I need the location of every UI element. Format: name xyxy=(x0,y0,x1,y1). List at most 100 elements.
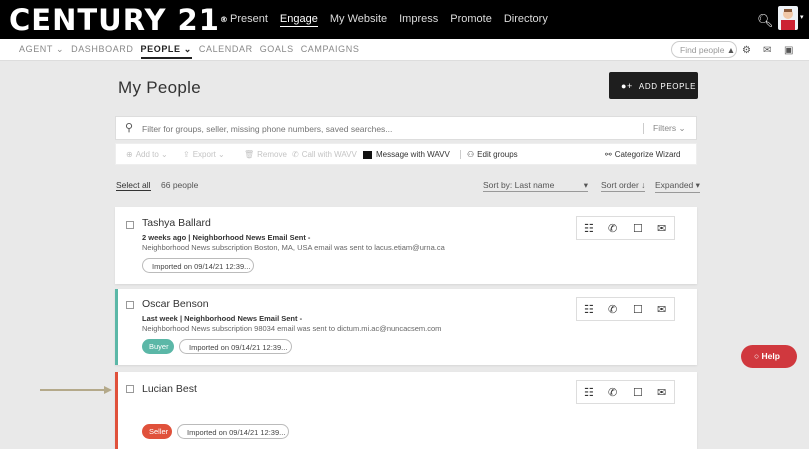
person-name[interactable]: Tashya Ballard xyxy=(142,217,211,229)
add-note-icon[interactable]: ☷ xyxy=(584,386,594,399)
logo-text: CENTURY 21 xyxy=(9,3,220,37)
text-message-icon[interactable]: ☐ xyxy=(633,386,643,399)
help-button[interactable]: ○ Help xyxy=(741,345,797,368)
avatar[interactable] xyxy=(778,6,798,30)
phone-icon[interactable]: ✆ xyxy=(608,222,617,235)
top-bar: CENTURY 21® Present Engage My Website Im… xyxy=(0,0,809,39)
subnav-people[interactable]: PEOPLE ⌄ xyxy=(140,44,192,59)
topnav-impress[interactable]: Impress xyxy=(399,13,438,27)
phone-icon: ✆ xyxy=(292,150,299,159)
quick-actions: ☷ ✆ ☐ ✉ xyxy=(576,297,675,321)
group-icon: ⚇ xyxy=(467,150,475,159)
subnav-campaigns[interactable]: CAMPAIGNS xyxy=(301,44,360,59)
logo-registered-mark: ® xyxy=(219,15,229,24)
remove-button[interactable]: 🗑︎ Remove xyxy=(244,150,287,159)
subnav-calendar[interactable]: CALENDAR xyxy=(199,44,253,59)
wizard-icon: ⚯ xyxy=(605,150,612,159)
search-icon[interactable]: 🔍︎ xyxy=(757,13,774,29)
top-nav: Present Engage My Website Impress Promot… xyxy=(230,13,560,27)
remove-label: Remove xyxy=(257,150,287,159)
seller-accent-bar xyxy=(115,372,118,449)
email-icon[interactable]: ✉ xyxy=(657,303,666,316)
add-to-label: Add to ⌄ xyxy=(135,150,168,159)
add-to-button[interactable]: ⊕ Add to ⌄ xyxy=(126,150,168,159)
add-people-button[interactable]: ●+ ADD PEOPLE xyxy=(609,72,698,99)
gear-icon[interactable]: ⚙ xyxy=(742,45,751,56)
export-icon: ⇪ xyxy=(183,150,190,159)
person-activity-detail: Neighborhood News subscription 98034 ema… xyxy=(142,324,442,333)
century21-logo[interactable]: CENTURY 21® xyxy=(9,4,229,36)
add-people-label: ADD PEOPLE xyxy=(638,82,697,91)
person-card[interactable]: Lucian Best Seller Imported on 09/14/21 … xyxy=(115,372,697,449)
view-mode-dropdown[interactable]: Expanded ▾ xyxy=(655,180,700,193)
add-person-icon: ●+ xyxy=(621,81,633,91)
person-name[interactable]: Oscar Benson xyxy=(142,298,209,310)
pointer-arrow-icon xyxy=(40,386,112,394)
person-activity: 2 weeks ago | Neighborhood News Email Se… xyxy=(142,233,311,242)
call-wavv-button[interactable]: ✆ Call with WAVV xyxy=(292,150,357,159)
message-wavv-button[interactable]: Message with WAVV xyxy=(363,150,450,159)
person-icon: ▲ xyxy=(726,45,736,55)
imported-badge: Imported on 09/14/21 12:39... xyxy=(177,424,289,439)
sort-order-dropdown[interactable]: Sort order ↓ xyxy=(601,180,646,192)
subnav-agent[interactable]: AGENT ⌄ xyxy=(19,44,64,59)
subnav-goals[interactable]: GOALS xyxy=(260,44,294,59)
quick-actions: ☷ ✆ ☐ ✉ xyxy=(576,216,675,240)
people-count: 66 people xyxy=(161,180,199,190)
topnav-present[interactable]: Present xyxy=(230,13,268,27)
activity-event: Neighborhood News Email Sent - xyxy=(192,233,311,242)
phone-icon[interactable]: ✆ xyxy=(608,303,617,316)
topnav-directory[interactable]: Directory xyxy=(504,13,548,27)
edit-groups-button[interactable]: ⚇ Edit groups xyxy=(460,150,518,159)
person-checkbox[interactable] xyxy=(126,301,134,309)
people-filter-input[interactable] xyxy=(142,121,632,136)
filters-dropdown[interactable]: Filters ⌄ xyxy=(643,123,686,134)
find-people-input[interactable]: Find people ▲ xyxy=(671,41,737,58)
activity-when: Last week xyxy=(142,314,178,323)
topnav-promote[interactable]: Promote xyxy=(450,13,492,27)
export-button[interactable]: ⇪ Export ⌄ xyxy=(183,150,225,159)
quick-actions: ☷ ✆ ☐ ✉ xyxy=(576,380,675,404)
phone-icon[interactable]: ✆ xyxy=(608,386,617,399)
call-wavv-label: Call with WAVV xyxy=(301,150,357,159)
imported-badge: Imported on 09/14/21 12:39... xyxy=(179,339,292,354)
person-checkbox[interactable] xyxy=(126,385,134,393)
add-note-icon[interactable]: ☷ xyxy=(584,303,594,316)
person-card[interactable]: Oscar Benson Last week | Neighborhood Ne… xyxy=(115,289,697,365)
topnav-engage[interactable]: Engage xyxy=(279,13,318,27)
subnav-dashboard[interactable]: DASHBOARD xyxy=(71,44,133,59)
activity-event: Neighborhood News Email Sent - xyxy=(184,314,303,323)
buyer-tag[interactable]: Buyer xyxy=(142,339,174,354)
email-icon[interactable]: ✉ xyxy=(657,386,666,399)
text-message-icon[interactable]: ☐ xyxy=(633,303,643,316)
topnav-my-website[interactable]: My Website xyxy=(330,13,387,27)
person-activity-detail: Neighborhood News subscription Boston, M… xyxy=(142,243,445,252)
text-message-icon[interactable]: ☐ xyxy=(633,222,643,235)
plus-circle-icon: ⊕ xyxy=(126,150,133,159)
select-all-link[interactable]: Select all xyxy=(116,180,151,191)
help-label: Help xyxy=(761,351,780,361)
find-people-placeholder: Find people xyxy=(680,45,725,55)
add-note-icon[interactable]: ☷ xyxy=(584,222,594,235)
imported-badge: Imported on 09/14/21 12:39... xyxy=(142,258,254,273)
page-title: My People xyxy=(118,78,202,97)
person-name[interactable]: Lucian Best xyxy=(142,383,197,395)
seller-tag[interactable]: Seller xyxy=(142,424,172,439)
mail-icon[interactable]: ✉ xyxy=(763,45,771,56)
avatar-caret-icon[interactable]: ▾ xyxy=(800,13,804,21)
trash-icon: 🗑︎ xyxy=(244,150,255,159)
person-card[interactable]: Tashya Ballard 2 weeks ago | Neighborhoo… xyxy=(115,207,697,284)
search-icon: ⚲ xyxy=(125,122,134,134)
buyer-accent-bar xyxy=(115,289,118,365)
export-label: Export ⌄ xyxy=(192,150,225,159)
sort-by-dropdown[interactable]: Sort by: Last name ▾ xyxy=(483,180,588,192)
wavv-logo-icon xyxy=(363,150,372,159)
person-checkbox[interactable] xyxy=(126,221,134,229)
person-activity: Last week | Neighborhood News Email Sent… xyxy=(142,314,303,323)
email-icon[interactable]: ✉ xyxy=(657,222,666,235)
message-wavv-label: Message with WAVV xyxy=(376,150,450,159)
sort-by-label: Sort by: Last name xyxy=(483,180,555,190)
chat-icon[interactable]: ▣ xyxy=(784,45,793,56)
people-filter-box: ⚲ Filters ⌄ xyxy=(115,116,697,140)
categorize-wizard-button[interactable]: ⚯ Categorize Wizard xyxy=(605,150,681,159)
